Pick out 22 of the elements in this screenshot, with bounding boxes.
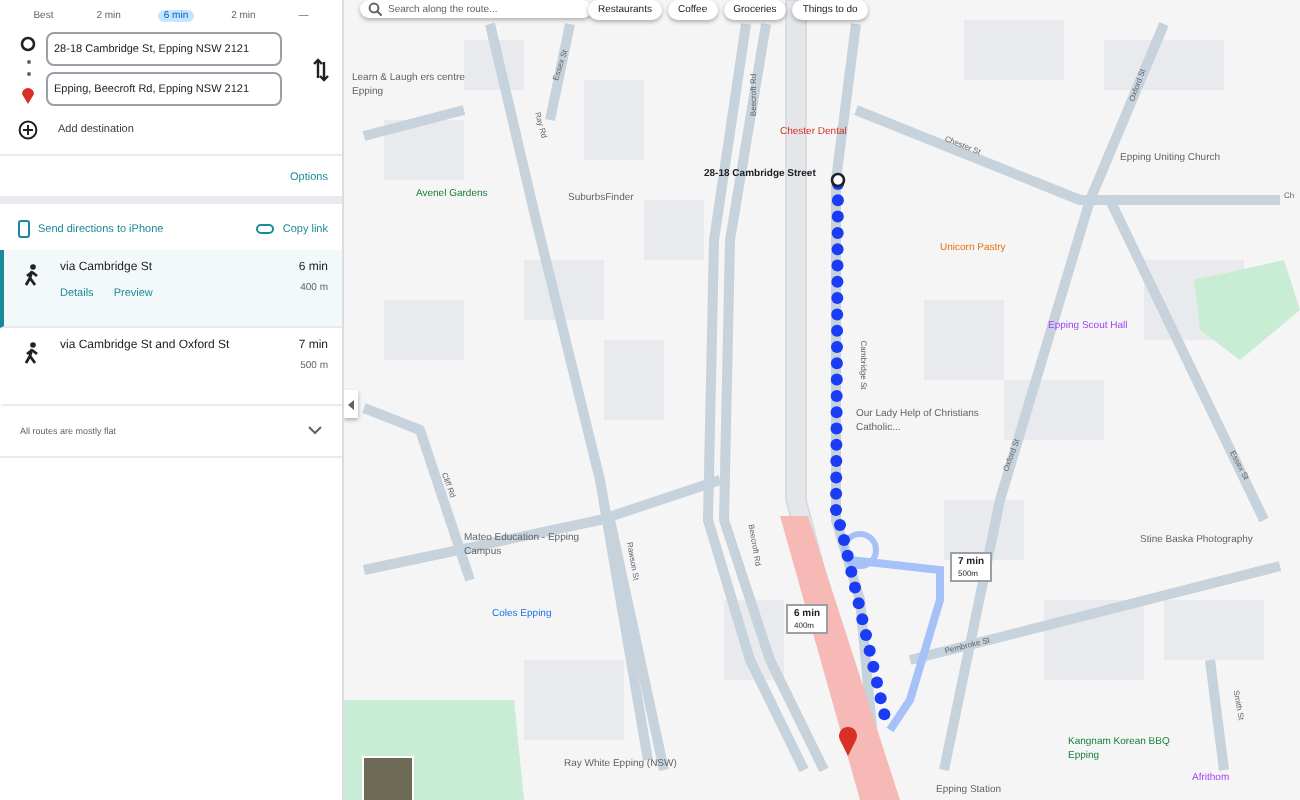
collapse-panel-button[interactable] [344,390,358,418]
link-icon [256,224,275,234]
pin-icon [20,83,36,103]
roundabout [841,531,879,569]
building [524,660,624,740]
destination-pin-icon [839,726,857,756]
walking-person-icon [24,342,40,364]
search-icon [368,2,382,16]
walking-person-icon [24,264,40,286]
plus-circle-icon[interactable] [18,120,38,140]
phone-icon [18,220,30,238]
origin-circle-icon [20,35,36,51]
building [384,120,464,180]
building [1004,380,1104,440]
park-area [1194,260,1300,360]
chevron-down-icon[interactable] [308,426,322,436]
dots-icon [25,57,31,77]
start-marker [830,172,846,188]
caret-icon [348,399,354,409]
building [1164,600,1264,660]
photo-placeholder[interactable] [362,756,414,800]
swap-icon[interactable] [312,57,330,81]
